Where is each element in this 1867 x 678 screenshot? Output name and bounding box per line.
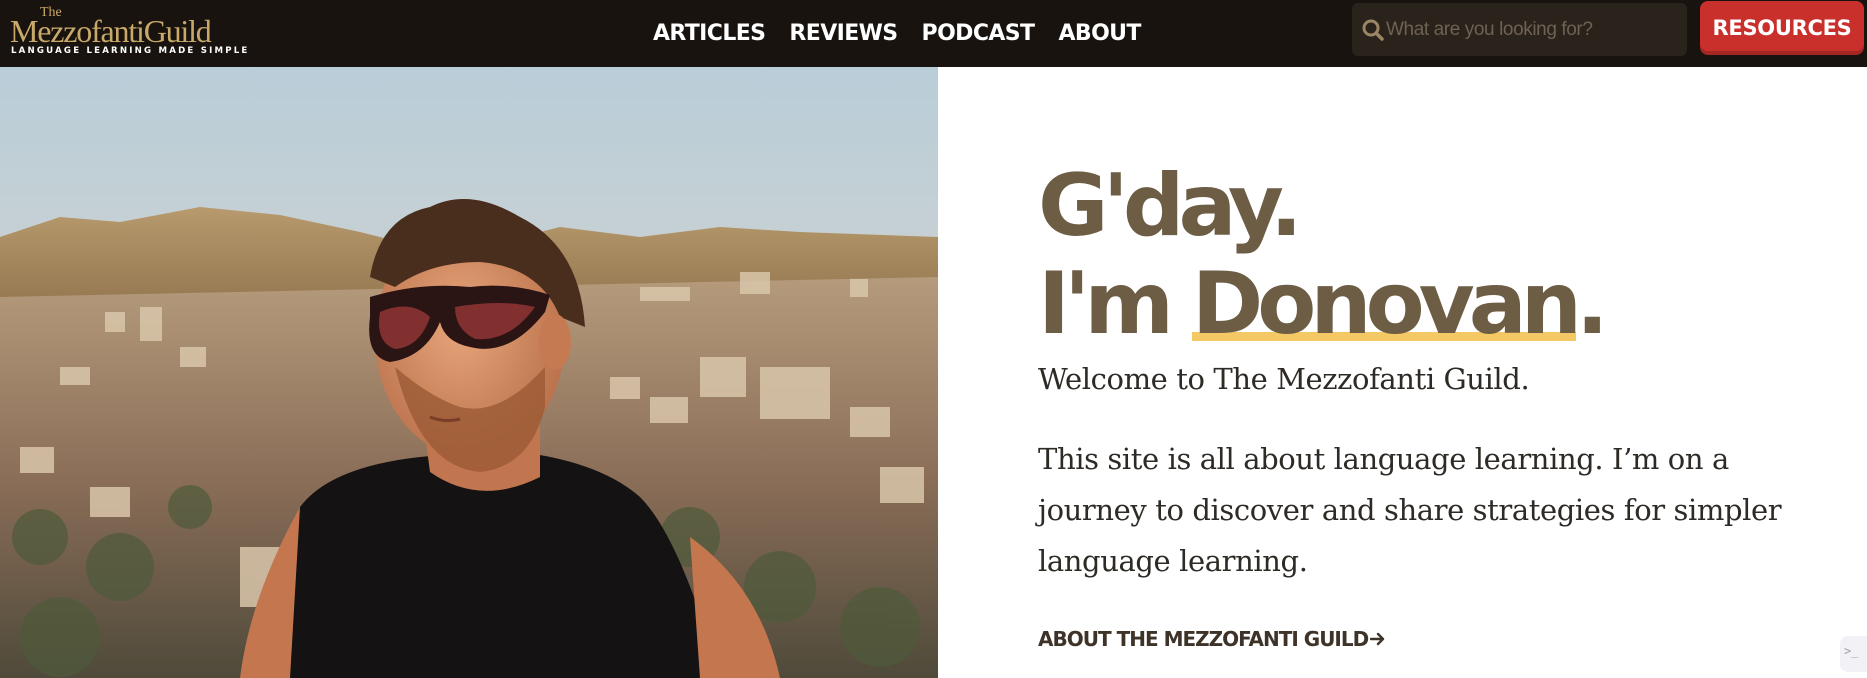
search-icon[interactable] [1360, 17, 1386, 43]
hero-headline: G'day. I'm Donovan. [1038, 156, 1609, 354]
logo-wordmark: MezzofantiGuild [10, 13, 212, 49]
about-guild-link[interactable]: ABOUT THE MEZZOFANTI GUILD [1038, 627, 1386, 651]
site-header: The MezzofantiGuild LANGUAGE LEARNING MA… [0, 0, 1867, 67]
headline-suffix: . [1576, 254, 1609, 354]
resources-button[interactable]: RESOURCES [1700, 1, 1864, 55]
hero-photo [0, 67, 938, 678]
site-logo[interactable]: The MezzofantiGuild LANGUAGE LEARNING MA… [10, 6, 250, 58]
intro-paragraph: This site is all about language learning… [1038, 442, 1782, 578]
nav-about[interactable]: ABOUT [1058, 0, 1141, 67]
floating-widget-tab[interactable]: >_ [1840, 636, 1867, 672]
about-guild-link-label: ABOUT THE MEZZOFANTI GUILD [1038, 627, 1369, 651]
nav-podcast[interactable]: PODCAST [922, 0, 1036, 67]
welcome-text: Welcome to The Mezzofanti Guild. [1038, 362, 1530, 396]
nav-reviews[interactable]: REVIEWS [789, 0, 898, 67]
headline-greeting: G'day. [1038, 156, 1303, 256]
nav-articles[interactable]: ARTICLES [653, 0, 766, 67]
headline-prefix: I'm [1038, 254, 1192, 354]
headline-name: Donovan [1191, 254, 1582, 354]
search-input[interactable] [1386, 3, 1681, 56]
arrow-right-icon [1370, 627, 1386, 651]
portrait-illustration [0, 67, 938, 678]
headline-intro-line: I'm Donovan. [1038, 254, 1609, 354]
search-box [1352, 3, 1687, 56]
main-nav: ARTICLES REVIEWS PODCAST ABOUT [653, 0, 1141, 67]
logo-tagline: LANGUAGE LEARNING MADE SIMPLE [11, 46, 250, 56]
hero-intro: G'day. I'm Donovan. Welcome to The Mezzo… [1038, 67, 1828, 678]
